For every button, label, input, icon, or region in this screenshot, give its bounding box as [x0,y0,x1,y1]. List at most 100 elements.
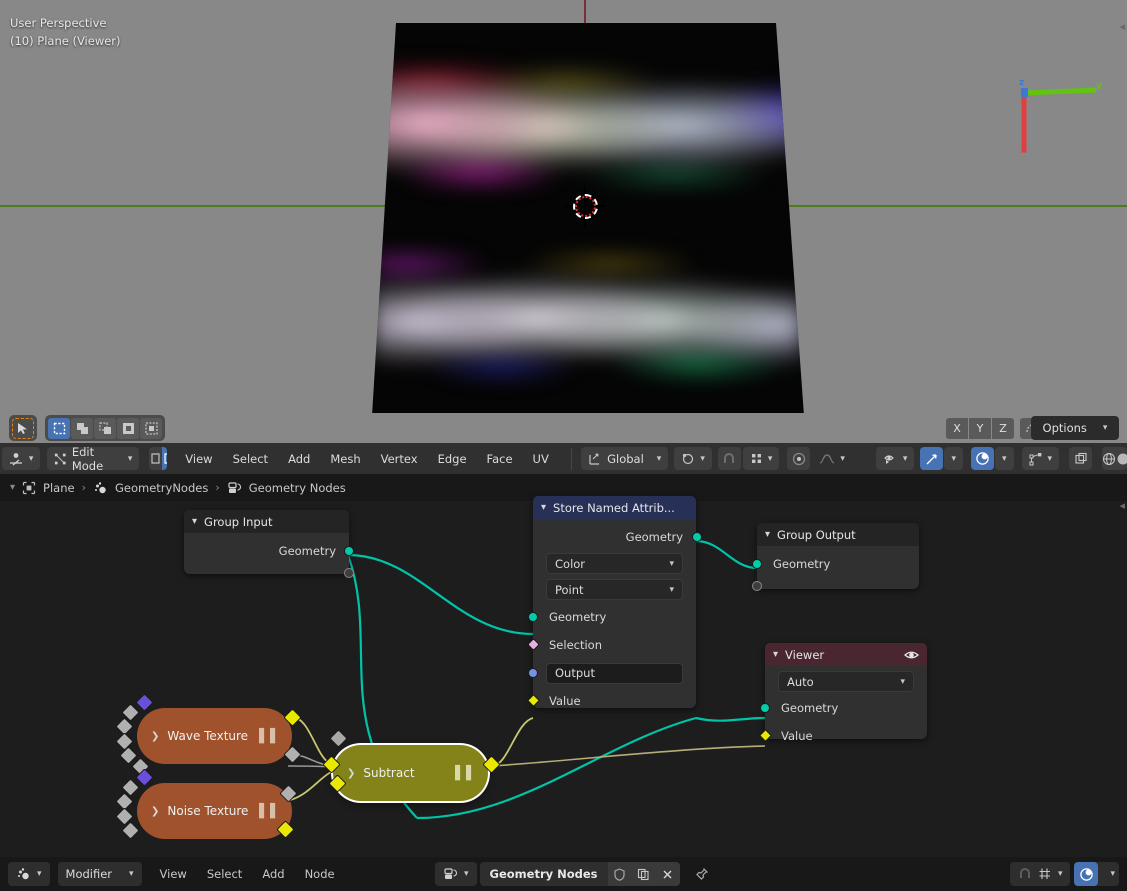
footer-menu-node[interactable]: Node [295,867,345,881]
node-group-input-header[interactable]: ▾ Group Input [184,510,349,533]
menu-add[interactable]: Add [278,447,320,470]
node-noise-texture-pill[interactable]: ❯ Noise Texture ▐▐ [137,783,292,839]
output-socket-geometry[interactable] [692,532,702,542]
gizmo-settings[interactable]: ▾ [944,447,963,470]
tweak-tool-icon[interactable] [12,417,34,439]
wave-input-socket-vector[interactable] [135,693,154,712]
mode-selector[interactable]: Edit Mode ▾ [47,445,140,473]
select-mode-edge[interactable] [162,447,168,470]
pin-button[interactable] [689,862,715,886]
footer-menu-view[interactable]: View [150,867,197,881]
fake-user-button[interactable] [607,862,632,886]
3d-viewport[interactable]: User Perspective (10) Plane (Viewer) z y… [0,0,1127,413]
transform-orientation-selector[interactable]: Global ▾ [581,447,669,470]
node-store-header[interactable]: ▾ Store Named Attrib... [533,496,696,519]
node-viewer[interactable]: ▾ Viewer Auto ▾ Geometry Value [759,643,927,743]
eye-icon[interactable] [904,649,919,661]
3d-cursor[interactable] [565,186,606,227]
menu-view[interactable]: View [175,447,222,470]
shading-solid[interactable] [1116,447,1127,470]
unlink-button[interactable] [655,862,680,886]
node-tree-type-selector[interactable]: Modifier ▾ [57,862,142,886]
breadcrumb-item-nodetree[interactable]: Geometry Nodes [249,481,346,495]
select-invert-icon[interactable] [117,417,139,439]
shading-wireframe[interactable] [1102,447,1117,470]
proportional-falloff[interactable]: ▾ [812,447,852,470]
chevron-right-icon[interactable]: ❯ [151,806,159,817]
datablock-name-field[interactable]: Geometry Nodes [479,862,608,886]
node-group-input[interactable]: ▾ Group Input Geometry [184,510,354,578]
node-grip-icon[interactable]: ▐▐ [254,804,276,819]
gizmo-x-label[interactable]: x [1021,146,1027,156]
overlays-settings[interactable]: ▾ [994,447,1014,470]
footer-menu-add[interactable]: Add [252,867,294,881]
select-mode-vertex[interactable] [149,447,162,470]
chevron-right-icon[interactable]: ❯ [151,731,159,742]
mirror-x-button[interactable]: X [946,417,968,439]
new-copy-button[interactable] [631,862,656,886]
viewport-sidebar-toggle[interactable]: ◂ [1119,20,1125,33]
editor-type-selector[interactable]: ▾ [1,447,41,470]
menu-face[interactable]: Face [477,447,523,470]
footer-editor-type-selector[interactable]: ▾ [8,862,50,886]
chevron-down-icon[interactable]: ▾ [541,502,546,513]
dropdown-viewer-domain[interactable]: Auto ▾ [778,671,914,692]
overlays-toggle[interactable] [970,447,994,470]
node-group-output[interactable]: ▾ Group Output Geometry [752,523,919,591]
gizmo-y-label[interactable]: y [1096,81,1102,91]
node-viewer-header[interactable]: ▾ Viewer [765,643,927,666]
menu-uv[interactable]: UV [523,447,559,470]
menu-edge[interactable]: Edge [428,447,477,470]
chevron-down-icon[interactable]: ▾ [773,649,778,660]
snap-settings[interactable]: ▾ [742,447,780,470]
input-socket-value[interactable] [527,694,540,707]
input-socket-geometry[interactable] [752,559,762,569]
chevron-down-icon[interactable]: ▾ [765,529,770,540]
pivot-point-selector[interactable]: ▾ [674,447,712,470]
subtract-input-socket-a-gray[interactable] [329,729,348,748]
node-group-output-header[interactable]: ▾ Group Output [757,523,919,546]
select-set-icon[interactable] [48,417,70,439]
menu-vertex[interactable]: Vertex [371,447,428,470]
input-socket-virtual[interactable] [752,581,762,591]
input-field-name[interactable]: Output [546,662,683,684]
gizmo-toggle[interactable] [920,447,944,470]
dropdown-data-type[interactable]: Color ▾ [546,553,683,574]
snap-toggle[interactable] [717,447,741,470]
xray-and-shading-dropdown[interactable]: ▾ [1021,447,1060,470]
input-socket-geometry[interactable] [528,612,538,622]
node-grip-icon[interactable]: ▐▐ [254,729,276,744]
visibility-selectability-dropdown[interactable]: ▾ [875,447,915,470]
options-dropdown[interactable]: Options ▾ [1031,416,1119,440]
menu-mesh[interactable]: Mesh [320,447,370,470]
breadcrumb-collapse-arrow[interactable]: ▾ [10,482,15,493]
input-socket-geometry[interactable] [760,703,770,713]
output-socket-geometry[interactable] [344,546,354,556]
dropdown-domain[interactable]: Point ▾ [546,579,683,600]
footer-menu-select[interactable]: Select [197,867,252,881]
datablock-type-selector[interactable]: ▾ [435,862,477,886]
node-store-named-attribute[interactable]: ▾ Store Named Attrib... Geometry Color ▾… [527,496,702,708]
output-socket-virtual[interactable] [344,568,354,578]
xray-toggle[interactable] [1069,447,1093,470]
node-subtract-pill[interactable]: ❯ Subtract ▐▐ [333,745,488,801]
navigation-axis-gizmo[interactable]: z y x [1018,78,1108,160]
node-wave-texture-pill[interactable]: ❯ Wave Texture ▐▐ [137,708,292,764]
gizmo-z-label[interactable]: z [1019,78,1024,88]
mirror-icon[interactable] [919,418,945,439]
input-socket-name[interactable] [528,668,538,678]
node-grip-icon[interactable]: ▐▐ [450,766,472,781]
node-editor-sidebar-toggle[interactable]: ◂ [1119,499,1125,512]
input-socket-value[interactable] [759,729,772,742]
menu-select[interactable]: Select [223,447,278,470]
mirror-y-button[interactable]: Y [969,417,991,439]
select-extend-icon[interactable] [71,417,93,439]
select-intersect-icon[interactable] [140,417,162,439]
footer-overlay-group[interactable]: ▾ [1074,862,1119,886]
footer-snap-group[interactable]: ▾ [1009,862,1071,886]
input-socket-selection[interactable] [527,638,540,651]
breadcrumb-item-modifier[interactable]: GeometryNodes [115,481,208,495]
select-subtract-icon[interactable] [94,417,116,439]
geometry-node-editor[interactable]: ▾ Plane › GeometryNodes › Geometry Nodes [0,474,1127,857]
overlays-toggle[interactable] [1074,862,1099,886]
